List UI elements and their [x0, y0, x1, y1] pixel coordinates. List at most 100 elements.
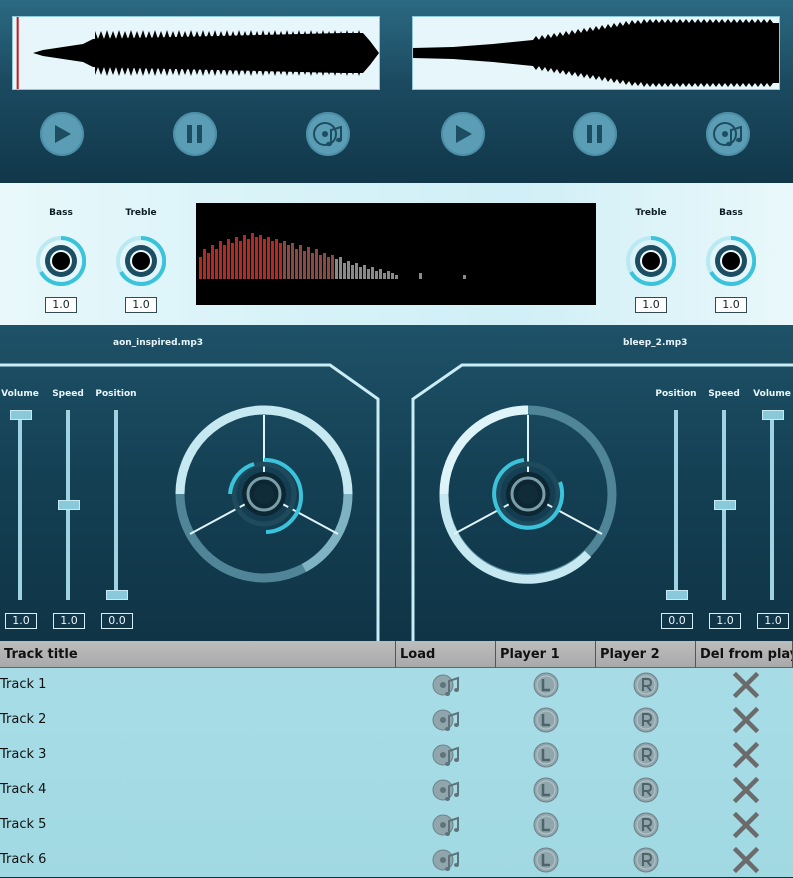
table-row[interactable]: Track 2	[0, 703, 793, 738]
player-l-icon[interactable]	[532, 776, 560, 804]
load-music-icon[interactable]	[432, 846, 460, 874]
speed-slider-thumb-left[interactable]	[58, 500, 80, 510]
spectrum-bar	[347, 261, 350, 279]
spectrum-bar	[367, 269, 370, 279]
volume-track-left[interactable]	[18, 410, 22, 600]
bass-value-left[interactable]: 1.0	[45, 297, 77, 313]
load-music-icon[interactable]	[432, 811, 460, 839]
load-music-icon[interactable]	[432, 706, 460, 734]
spectrum-bar	[311, 253, 314, 279]
transport-panel	[0, 0, 793, 183]
position-track-left[interactable]	[114, 410, 118, 600]
load-music-icon[interactable]	[432, 741, 460, 769]
spectrum-bar	[199, 257, 202, 279]
close-icon[interactable]	[732, 671, 760, 699]
pause-icon	[587, 125, 602, 143]
player-r-icon[interactable]	[632, 706, 660, 734]
waveform-left[interactable]	[12, 16, 380, 90]
col-header-player2[interactable]: Player 2	[596, 641, 696, 668]
volume-value-left[interactable]: 1.0	[5, 613, 37, 629]
col-header-track-title[interactable]: Track title	[0, 641, 396, 668]
player-r-icon[interactable]	[632, 671, 660, 699]
table-row[interactable]: Track 5	[0, 808, 793, 843]
spectrum-bar	[335, 259, 338, 279]
spectrum-analyzer	[196, 203, 596, 305]
col-header-delete[interactable]: Del from playlist	[696, 641, 793, 668]
waveform-right[interactable]	[412, 16, 780, 90]
spectrum-bar	[383, 273, 386, 279]
position-value-left[interactable]: 0.0	[101, 613, 133, 629]
load-music-icon[interactable]	[432, 776, 460, 804]
track-title: Track 6	[0, 852, 47, 867]
close-icon[interactable]	[732, 846, 760, 874]
load-button-right[interactable]	[706, 112, 750, 156]
spectrum-bar	[463, 275, 466, 279]
spectrum-bar	[211, 245, 214, 279]
player-r-icon[interactable]	[632, 741, 660, 769]
bass-knob-right[interactable]	[706, 236, 756, 286]
speed-value-left[interactable]: 1.0	[53, 613, 85, 629]
volume-label-right: Volume	[753, 389, 791, 399]
bass-value-right[interactable]: 1.0	[715, 297, 747, 313]
volume-slider-thumb-right[interactable]	[762, 410, 784, 420]
position-value-right[interactable]: 0.0	[661, 613, 693, 629]
close-icon[interactable]	[732, 811, 760, 839]
volume-track-right[interactable]	[770, 410, 774, 600]
play-icon	[456, 125, 472, 143]
player-l-icon[interactable]	[532, 741, 560, 769]
position-slider-thumb-left[interactable]	[106, 590, 128, 600]
spectrum-bar	[251, 233, 254, 279]
player-l-icon[interactable]	[532, 811, 560, 839]
table-row[interactable]: Track 4	[0, 773, 793, 808]
player-r-icon[interactable]	[632, 776, 660, 804]
speed-value-right[interactable]: 1.0	[709, 613, 741, 629]
col-header-load[interactable]: Load	[396, 641, 496, 668]
spectrum-bar	[391, 273, 394, 279]
volume-value-right[interactable]: 1.0	[757, 613, 789, 629]
player-l-icon[interactable]	[532, 706, 560, 734]
waveform-left-graphic	[13, 17, 379, 89]
bass-knob-left[interactable]	[36, 236, 86, 286]
playhead-marker[interactable]	[16, 17, 19, 89]
table-row[interactable]: Track 6	[0, 843, 793, 878]
jog-wheel-right[interactable]	[436, 404, 620, 584]
player-r-icon[interactable]	[632, 811, 660, 839]
col-header-player1[interactable]: Player 1	[496, 641, 596, 668]
player-r-icon[interactable]	[632, 846, 660, 874]
spectrum-bar	[351, 265, 354, 279]
jog-wheel-left[interactable]	[172, 404, 356, 584]
table-row[interactable]: Track 3	[0, 738, 793, 773]
pause-icon	[187, 125, 202, 143]
track-title: Track 3	[0, 747, 47, 762]
close-icon[interactable]	[732, 776, 760, 804]
position-label-left: Position	[95, 389, 137, 399]
track-title: Track 4	[0, 782, 47, 797]
play-button-left[interactable]	[40, 112, 84, 156]
spectrum-bar	[247, 239, 250, 279]
player-l-icon[interactable]	[532, 671, 560, 699]
close-icon[interactable]	[732, 706, 760, 734]
position-track-right[interactable]	[674, 410, 678, 600]
spectrum-bar	[227, 239, 230, 279]
pause-button-right[interactable]	[573, 112, 617, 156]
treble-knob-right[interactable]	[626, 236, 676, 286]
player-l-icon[interactable]	[532, 846, 560, 874]
load-music-icon[interactable]	[432, 671, 460, 699]
spectrum-bar	[207, 253, 210, 279]
treble-value-left[interactable]: 1.0	[125, 297, 157, 313]
treble-knob-left[interactable]	[116, 236, 166, 286]
play-button-right[interactable]	[441, 112, 485, 156]
spectrum-bar	[259, 235, 262, 279]
table-row[interactable]: Track 1	[0, 668, 793, 703]
speed-slider-thumb-right[interactable]	[714, 500, 736, 510]
position-slider-thumb-right[interactable]	[666, 590, 688, 600]
load-button-left[interactable]	[306, 112, 350, 156]
spectrum-bar	[359, 267, 362, 279]
spectrum-bars	[199, 233, 466, 279]
close-icon[interactable]	[732, 741, 760, 769]
pause-button-left[interactable]	[173, 112, 217, 156]
spectrum-bar	[363, 265, 366, 279]
volume-slider-thumb-left[interactable]	[10, 410, 32, 420]
spectrum-bar	[331, 255, 334, 279]
treble-value-right[interactable]: 1.0	[635, 297, 667, 313]
